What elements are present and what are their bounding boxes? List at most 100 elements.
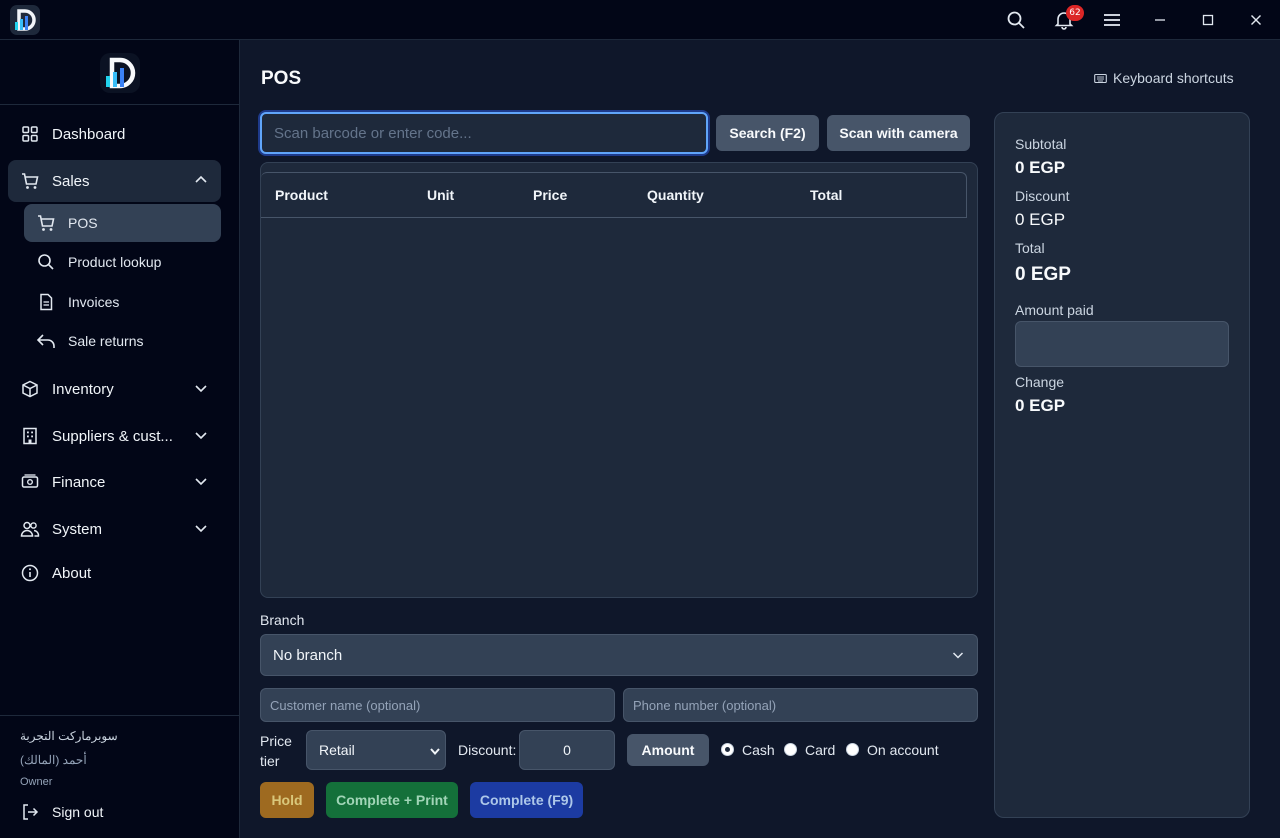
sidebar-header xyxy=(0,40,240,105)
chevron-down-icon xyxy=(193,427,209,443)
keyboard-shortcuts-label: Keyboard shortcuts xyxy=(1113,70,1234,86)
hold-button[interactable]: Hold xyxy=(260,782,314,818)
sidebar-item-label: Invoices xyxy=(68,294,120,310)
payment-cash-label[interactable]: Cash xyxy=(742,742,775,758)
title-bar: 62 xyxy=(0,0,1280,40)
column-header-total: Total xyxy=(810,187,843,203)
barcode-input[interactable] xyxy=(260,112,708,154)
cart-table: Product Unit Price Quantity Total xyxy=(260,162,978,598)
sidebar-item-suppliers[interactable]: Suppliers & cust... xyxy=(8,415,221,457)
scan-camera-button[interactable]: Scan with camera xyxy=(827,115,970,151)
branch-value: No branch xyxy=(273,646,343,664)
user-role: Owner xyxy=(20,776,53,788)
total-value: 0 EGP xyxy=(1015,264,1071,285)
notification-badge: 62 xyxy=(1066,5,1084,21)
sidebar: Dashboard Sales POS Product lookup Invoi… xyxy=(0,40,240,838)
branch-select[interactable]: No branch xyxy=(260,634,978,676)
sidebar-item-sale-returns[interactable]: Sale returns xyxy=(24,322,221,360)
sidebar-item-inventory[interactable]: Inventory xyxy=(8,368,221,410)
price-tier-value: Retail xyxy=(319,742,355,758)
document-icon xyxy=(36,292,56,312)
return-arrow-icon xyxy=(36,331,56,351)
sidebar-item-label: Suppliers & cust... xyxy=(52,427,173,445)
app-logo-icon xyxy=(10,5,40,35)
sidebar-item-about[interactable]: About xyxy=(8,552,221,594)
sidebar-item-label: Sale returns xyxy=(68,333,144,349)
sidebar-item-label: Inventory xyxy=(52,380,114,398)
customer-name-input[interactable] xyxy=(260,688,615,722)
chevron-down-icon xyxy=(193,380,209,396)
minimize-icon[interactable] xyxy=(1148,8,1172,32)
sidebar-item-label: About xyxy=(52,564,92,582)
column-header-quantity: Quantity xyxy=(647,187,704,203)
subtotal-label: Subtotal xyxy=(1015,136,1067,152)
chevron-down-icon xyxy=(951,648,965,666)
box-icon xyxy=(20,379,40,399)
chevron-down-icon xyxy=(429,744,441,760)
payment-card-label[interactable]: Card xyxy=(805,742,835,758)
amount-button[interactable]: Amount xyxy=(627,734,709,766)
building-icon xyxy=(20,426,40,446)
store-name: سوبرماركت التجربة xyxy=(20,729,118,743)
sidebar-item-label: Sales xyxy=(52,172,90,190)
branch-label: Branch xyxy=(260,612,305,628)
sidebar-item-invoices[interactable]: Invoices xyxy=(24,283,221,321)
phone-input[interactable] xyxy=(623,688,978,722)
amount-paid-label: Amount paid xyxy=(1015,302,1094,318)
payment-card-radio[interactable] xyxy=(784,743,797,756)
change-label: Change xyxy=(1015,374,1065,390)
complete-button[interactable]: Complete (F9) xyxy=(470,782,583,818)
discount-label: Discount: xyxy=(458,742,517,758)
discount-summary-label: Discount xyxy=(1015,188,1070,204)
users-icon xyxy=(20,519,40,539)
grid-icon xyxy=(20,124,40,144)
sidebar-item-label: Product lookup xyxy=(68,254,162,270)
payment-cash-radio[interactable] xyxy=(721,743,734,756)
column-header-unit: Unit xyxy=(427,187,455,203)
sidebar-footer: سوبرماركت التجربة أحمد (المالك) Owner Si… xyxy=(0,715,240,838)
sign-out-label: Sign out xyxy=(52,804,104,820)
table-header: Product Unit Price Quantity Total xyxy=(261,172,967,218)
payment-on-account-radio[interactable] xyxy=(846,743,859,756)
sidebar-item-product-lookup[interactable]: Product lookup xyxy=(24,243,221,281)
sidebar-item-label: Finance xyxy=(52,473,106,491)
sidebar-item-sales[interactable]: Sales xyxy=(8,160,221,202)
chevron-down-icon xyxy=(193,473,209,489)
sidebar-item-pos[interactable]: POS xyxy=(24,204,221,242)
sidebar-item-label: POS xyxy=(68,215,98,231)
menu-icon[interactable] xyxy=(1100,8,1124,32)
maximize-icon[interactable] xyxy=(1196,8,1220,32)
cart-icon xyxy=(20,171,40,191)
search-icon[interactable] xyxy=(1004,8,1028,32)
sidebar-item-label: System xyxy=(52,520,103,538)
total-label: Total xyxy=(1015,240,1045,256)
keyboard-icon xyxy=(1094,73,1107,84)
page-title: POS xyxy=(261,68,302,89)
chevron-down-icon xyxy=(193,520,209,536)
close-icon[interactable] xyxy=(1244,8,1268,32)
discount-summary-value: 0 EGP xyxy=(1015,210,1066,229)
change-value: 0 EGP xyxy=(1015,396,1066,415)
price-tier-select[interactable]: Retail xyxy=(306,730,446,770)
sidebar-item-label: Dashboard xyxy=(52,125,126,143)
discount-input[interactable]: 0 xyxy=(519,730,615,770)
cash-icon xyxy=(20,472,40,492)
payment-on-account-label[interactable]: On account xyxy=(867,742,939,758)
sidebar-logo-icon xyxy=(100,53,140,93)
column-header-price: Price xyxy=(533,187,568,203)
cart-icon xyxy=(36,213,56,233)
search-icon xyxy=(36,252,56,272)
sidebar-item-system[interactable]: System xyxy=(8,508,221,550)
price-tier-label: Price tier xyxy=(260,733,292,769)
sign-out-button[interactable]: Sign out xyxy=(8,792,221,832)
sign-out-icon xyxy=(20,802,40,822)
chevron-up-icon xyxy=(193,172,209,188)
info-icon xyxy=(20,563,40,583)
sidebar-item-finance[interactable]: Finance xyxy=(8,461,221,503)
amount-paid-input[interactable] xyxy=(1015,321,1229,367)
column-header-product: Product xyxy=(275,187,328,203)
complete-print-button[interactable]: Complete + Print xyxy=(326,782,458,818)
sidebar-item-dashboard[interactable]: Dashboard xyxy=(8,113,221,155)
keyboard-shortcuts-link[interactable]: Keyboard shortcuts xyxy=(1094,70,1234,86)
search-button[interactable]: Search (F2) xyxy=(716,115,819,151)
